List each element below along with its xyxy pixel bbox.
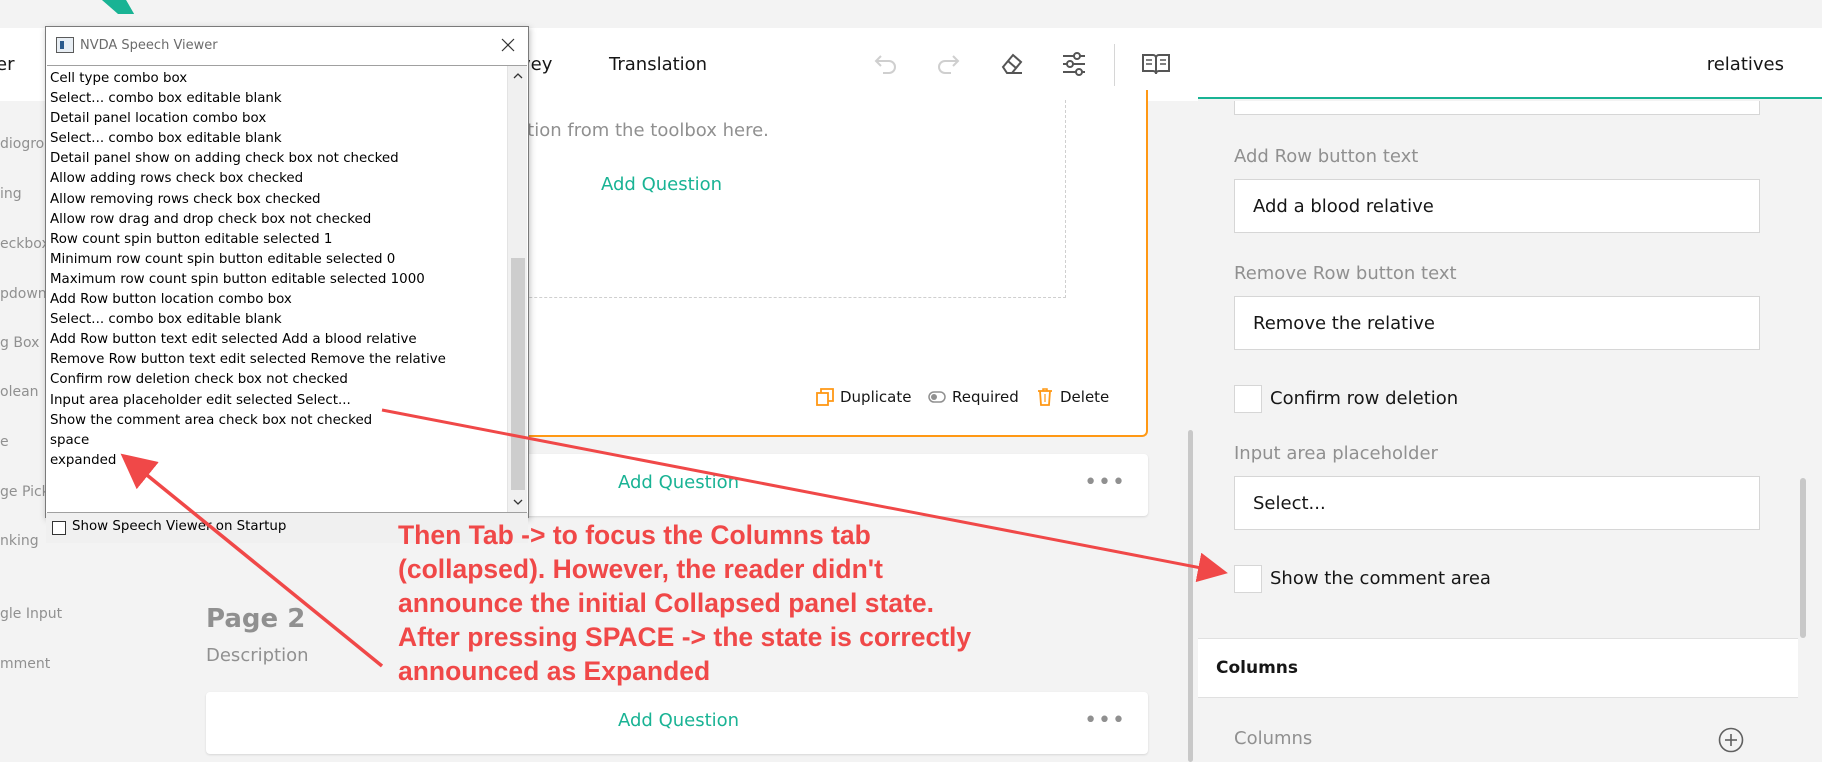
question-name: relatives [1706,54,1784,75]
more-options-icon[interactable]: ••• [1084,470,1126,495]
delete-label: Delete [1060,388,1110,406]
teal-marker [101,0,135,14]
log-line: expanded [50,452,117,468]
toolbox-item-comment[interactable]: mment [0,656,50,672]
page-title: Page 2 [206,604,306,634]
annotation-line: Then Tab -> to focus the Columns tab [398,520,871,550]
canvas-scrollbar[interactable] [1188,430,1193,762]
show-on-startup-checkbox[interactable] [52,521,66,535]
log-line: Remove Row button text edit selected Rem… [50,352,446,368]
delete-button[interactable]: Delete [1036,388,1109,406]
log-line: Input area placeholder edit selected Sel… [50,392,351,408]
annotation-line: announce the initial Collapsed panel sta… [398,588,934,618]
log-line: Detail panel location combo box [50,111,267,127]
annotation-note: Then Tab -> to focus the Columns tab (co… [398,518,1038,688]
eraser-icon[interactable] [994,46,1030,82]
annotation-line: After pressing SPACE -> the state is cor… [398,622,972,652]
close-icon[interactable] [496,33,520,57]
log-line: Allow adding rows check box checked [50,171,304,187]
log-line: Add Row button location combo box [50,292,292,308]
confirm-deletion-checkbox[interactable] [1234,385,1262,413]
columns-label: Columns [1234,728,1313,749]
toolbox-item-imagepicker[interactable]: ge Pick [0,484,50,500]
undo-icon[interactable] [868,46,904,82]
book-icon[interactable] [1138,46,1174,82]
nvda-titlebar[interactable]: NVDA Speech Viewer [46,27,528,65]
nvda-log-lines: Cell type combo box Select... combo box … [50,69,505,471]
toggle-icon [928,388,946,406]
show-comment-label[interactable]: Show the comment area [1270,568,1491,589]
remove-row-text-value: Remove the relative [1253,312,1435,334]
log-line: Confirm row deletion check box not check… [50,372,348,388]
log-line: Allow row drag and drop check box not ch… [50,211,372,227]
input-placeholder-input[interactable]: Select... [1234,476,1760,530]
toolbar-separator [1114,44,1115,86]
trash-icon [1036,388,1054,406]
add-question-link[interactable]: Add Question [618,710,739,731]
chevron-down-icon[interactable] [508,492,528,512]
required-toggle[interactable]: Required [928,388,1019,406]
log-line: Minimum row count spin button editable s… [50,251,396,267]
input-placeholder-label: Input area placeholder [1234,443,1438,464]
nvda-app-icon [56,37,74,53]
log-line: Detail panel show on adding check box no… [50,151,399,167]
toolbox-item-file[interactable]: e [0,434,9,450]
log-line: Allow removing rows check box checked [50,191,321,207]
annotation-line: announced as Expanded [398,656,711,686]
settings-icon[interactable] [1056,46,1092,82]
panel-scrollbar[interactable] [1800,478,1806,638]
nvda-scrollbar[interactable] [507,66,527,512]
add-row-text-label: Add Row button text [1234,146,1419,167]
properties-header: relatives [1198,28,1822,99]
remove-row-text-input[interactable]: Remove the relative [1234,296,1760,350]
log-line: Add Row button text edit selected Add a … [50,332,417,348]
nvda-scrollbar-thumb[interactable] [511,258,525,490]
toolbox-item-rating[interactable]: ing [0,186,22,202]
add-row-text-input[interactable]: Add a blood relative [1234,179,1760,233]
tab-designer[interactable]: er [0,54,14,75]
duplicate-label: Duplicate [840,388,912,406]
add-question-link[interactable]: Add Question [601,174,722,195]
log-line: Cell type combo box [50,71,188,86]
tab-translation[interactable]: Translation [609,54,707,75]
more-options-icon[interactable]: ••• [1084,708,1126,733]
page-description: Description [206,645,309,666]
log-line: space [50,432,90,448]
toolbox-item-tagbox[interactable]: g Box [0,335,39,351]
toolbox-item-ranking[interactable]: nking [0,533,39,549]
nvda-speech-log[interactable]: Cell type combo box Select... combo box … [47,65,527,513]
log-line: Show the comment area check box not chec… [50,412,373,428]
toolbox-item-checkbox[interactable]: eckbox [0,236,50,252]
remove-row-text-label: Remove Row button text [1234,263,1457,284]
duplicate-icon [816,388,834,406]
toolbox-item-singleinput[interactable]: gle Input [0,606,62,622]
annotation-line: (collapsed). However, the reader didn't [398,554,883,584]
nvda-window-title: NVDA Speech Viewer [80,38,218,53]
add-question-bar-page2[interactable]: Add Question ••• [206,692,1148,754]
show-comment-checkbox[interactable] [1234,565,1262,593]
chevron-up-icon[interactable] [508,66,528,86]
add-question-link[interactable]: Add Question [618,472,739,493]
log-line: Maximum row count spin button editable s… [50,271,425,287]
duplicate-button[interactable]: Duplicate [816,388,911,406]
redo-icon[interactable] [930,46,966,82]
property-input-partial[interactable] [1234,101,1760,115]
log-line: Select... combo box editable blank [50,131,282,147]
add-column-icon[interactable] [1718,727,1744,753]
confirm-deletion-label[interactable]: Confirm row deletion [1270,388,1458,409]
input-placeholder-value: Select... [1253,492,1326,514]
columns-section-title[interactable]: Columns [1216,658,1298,678]
log-line: Row count spin button editable selected … [50,231,333,247]
log-line: Select... combo box editable blank [50,312,282,328]
nvda-speech-viewer-window: NVDA Speech Viewer Cell type combo box S… [45,26,529,543]
toolbox-item-boolean[interactable]: olean [0,384,39,400]
required-label: Required [952,388,1019,406]
add-row-text-value: Add a blood relative [1253,195,1434,217]
log-line: Select... combo box editable blank [50,91,282,107]
toolbox-item-dropdown[interactable]: pdown [0,286,47,302]
show-on-startup-label[interactable]: Show Speech Viewer on Startup [72,519,286,534]
